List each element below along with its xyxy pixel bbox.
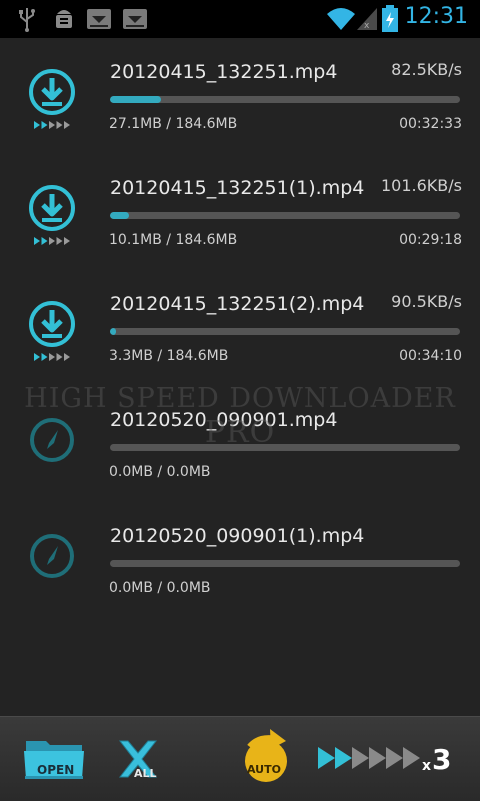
download-arrow-icon[interactable] [28,68,76,116]
speed-level-triangle [403,747,420,769]
progress-bar-fill [110,328,117,335]
waiting-clock-icon[interactable] [28,532,76,580]
size-progress-text: 10.1MB / 184.6MB [109,232,238,248]
speed-level-indicator [318,745,430,771]
folder-icon [24,741,84,779]
progress-bar-fill [110,212,130,219]
progress-bar [110,96,460,103]
download-item[interactable]: 20120520_090901.mp4 0.0MB / 0.0MB [0,386,480,502]
speed-arrows-icon [34,237,70,245]
download-item[interactable]: 20120415_132251.mp4 82.5KB/s 27.1MB / 184.… [0,38,480,154]
size-progress-text: 0.0MB / 0.0MB [109,580,211,596]
android-debug-icon [56,10,72,28]
file-name: 20120415_132251(1).mp4 [110,177,365,199]
download-rate: 101.6KB/s [381,176,462,195]
download-arrow-icon[interactable] [28,300,76,348]
auto-refresh-icon [245,729,287,782]
delete-all-label: ALL [134,767,157,780]
open-button[interactable]: OPEN [22,717,88,801]
download-notification-icon [87,9,111,29]
download-arrow-icon[interactable] [28,184,76,232]
download-item[interactable]: 20120520_090901(1).mp4 0.0MB / 0.0MB [0,502,480,618]
battery-charging-icon [382,5,398,32]
svg-text:x: x [364,21,370,31]
progress-bar [110,328,460,335]
file-name: 20120520_090901(1).mp4 [110,525,365,547]
auto-button[interactable]: AUTO [238,717,294,801]
download-item[interactable]: 20120415_132251(2).mp4 90.5KB/s 3.3MB / 18… [0,270,480,386]
waiting-clock-icon[interactable] [28,416,76,464]
download-item[interactable]: 20120415_132251(1).mp4 101.6KB/s 10.1MB / … [0,154,480,270]
speed-level-triangle [335,747,352,769]
speed-triangles-icon [318,747,420,769]
progress-bar [110,444,460,451]
size-progress-text: 0.0MB / 0.0MB [109,464,211,480]
speed-arrows-icon [34,121,70,129]
speed-arrows-icon [34,353,70,361]
size-progress-text: 3.3MB / 184.6MB [109,348,229,364]
time-remaining: 00:32:33 [399,116,462,132]
download-rate: 82.5KB/s [391,60,462,79]
status-bar: x 12:31 [0,0,480,38]
download-notification-icon [123,9,147,29]
progress-bar [110,560,460,567]
progress-bar [110,212,460,219]
speed-level-triangle [318,747,335,769]
size-progress-text: 27.1MB / 184.6MB [109,116,238,132]
speed-level-triangle [386,747,403,769]
download-rate: 90.5KB/s [391,292,462,311]
speed-level-triangle [369,747,386,769]
file-name: 20120520_090901.mp4 [110,409,338,431]
speed-multiplier-prefix: x [422,758,432,774]
time-remaining: 00:34:10 [399,348,462,364]
clock: 12:31 [404,4,468,29]
close-icon [118,740,158,778]
progress-bar-fill [110,96,162,103]
auto-button-label: AUTO [247,763,281,776]
speed-level-triangle [352,747,369,769]
delete-all-button[interactable]: ALL [112,717,162,801]
wifi-icon [327,8,355,30]
cell-signal-icon: x [357,8,377,31]
file-name: 20120415_132251.mp4 [110,61,338,83]
speed-multiplier-value: 3 [432,743,452,776]
open-button-label: OPEN [37,763,75,777]
time-remaining: 00:29:18 [399,232,462,248]
bottom-toolbar: OPEN ALL AUTO x 3 [0,716,480,801]
file-name: 20120415_132251(2).mp4 [110,293,365,315]
speed-level-control[interactable]: x 3 [318,717,468,801]
usb-icon [19,8,35,32]
